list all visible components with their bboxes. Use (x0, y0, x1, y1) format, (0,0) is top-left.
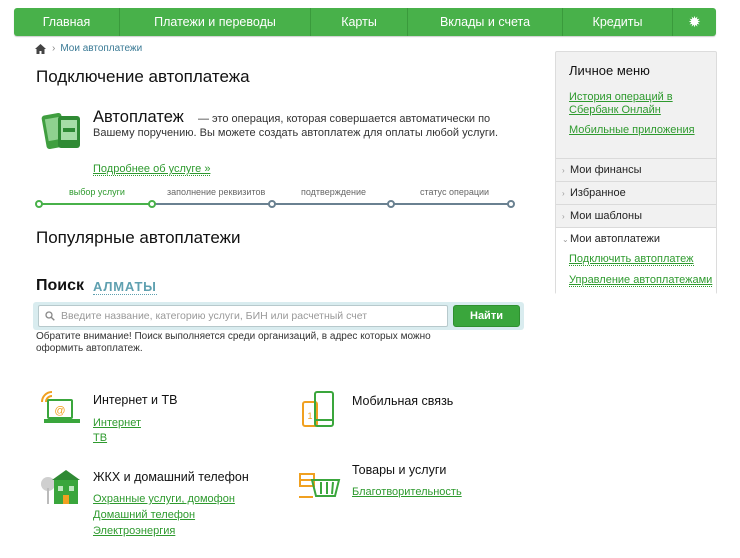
search-note: Обратите внимание! Поиск выполняется сре… (36, 331, 431, 354)
category-link-tv[interactable]: ТВ (93, 432, 107, 444)
category-title-internet-tv[interactable]: Интернет и ТВ (93, 393, 177, 407)
chevron-down-icon: ⌄ (562, 234, 569, 244)
category-title-mobile[interactable]: Мобильная связь (352, 394, 453, 408)
promo-description: — это операция, которая совершается авто… (198, 113, 491, 125)
more-about-service-link[interactable]: Подробнее об услуге » (93, 163, 211, 176)
mobile-phone-icon[interactable]: 1 (297, 390, 341, 430)
nav-item-payments[interactable]: Платежи и переводы (120, 8, 311, 36)
house-tree-icon[interactable] (38, 466, 82, 506)
chevron-right-icon: › (562, 188, 565, 198)
step-label-3: подтверждение (301, 187, 367, 197)
category-title-goods[interactable]: Товары и услуги (352, 463, 446, 477)
category-title-housing[interactable]: ЖКХ и домашний телефон (93, 470, 249, 484)
category-link-security[interactable]: Охранные услуги, домофон (93, 493, 235, 505)
chevron-right-icon: › (562, 165, 565, 175)
step-line-complete (38, 203, 152, 205)
shopping-basket-icon[interactable] (297, 460, 341, 500)
search-button[interactable]: Найти (453, 305, 520, 327)
category-link-internet[interactable]: Интернет (93, 417, 141, 429)
category-link-home-phone[interactable]: Домашний телефон (93, 509, 195, 521)
svg-text:@: @ (54, 405, 65, 417)
breadcrumb-separator: › (52, 43, 56, 54)
search-input[interactable] (38, 305, 448, 327)
breadcrumb-link-autopayments[interactable]: Мои автоплатежи (60, 43, 142, 54)
phone-card-icon (41, 112, 80, 150)
menu-section-label: Мои автоплатежи (570, 233, 661, 245)
menu-section-templates[interactable]: › Мои шаблоны (556, 204, 716, 227)
mobile-apps-link[interactable]: Мобильные приложения (569, 124, 695, 137)
personal-menu: Личное меню История операций в Сбербанк … (555, 51, 717, 294)
breadcrumb: › Мои автоплатежи (35, 43, 142, 54)
svg-text:1: 1 (307, 411, 312, 421)
category-link-electricity[interactable]: Электроэнергия (93, 525, 175, 537)
page-title: Подключение автоплатежа (36, 67, 250, 86)
chevron-right-icon: › (562, 211, 565, 221)
search-box: Найти (33, 302, 524, 330)
promo-heading: Автоплатеж (93, 108, 184, 126)
home-icon[interactable] (35, 43, 46, 54)
step-dot (268, 200, 276, 208)
gear-icon: ✹ (688, 14, 701, 31)
nav-item-credits[interactable]: Кредиты (563, 8, 673, 36)
step-label-2: заполнение реквизитов (167, 187, 266, 197)
connect-autopayment-link[interactable]: Подключить автоплатеж (569, 253, 694, 266)
category-link-charity[interactable]: Благотворительность (352, 486, 462, 498)
laptop-wifi-icon[interactable]: @ (38, 388, 82, 428)
search-title: Поиск (36, 277, 85, 294)
search-icon (45, 311, 55, 321)
search-city-selector[interactable]: АЛМАТЫ (93, 280, 157, 295)
step-label-4: статус операции (420, 187, 490, 197)
manage-autopayments-link[interactable]: Управление автоплатежами (569, 274, 713, 287)
nav-item-deposits[interactable]: Вклады и счета (408, 8, 563, 36)
nav-item-home[interactable]: Главная (14, 8, 120, 36)
promo-description-2: Вашему поручению. Вы можете создать авто… (93, 127, 499, 139)
menu-section-label: Мои шаблоны (570, 210, 642, 222)
menu-section-label: Избранное (570, 187, 626, 199)
menu-section-label: Мои финансы (570, 164, 642, 176)
menu-section-favorites[interactable]: › Избранное (556, 181, 716, 204)
settings-button[interactable]: ✹ (673, 8, 716, 36)
popular-autopayments-title: Популярные автоплатежи (36, 228, 241, 247)
personal-menu-title: Личное меню (569, 63, 650, 78)
step-dot (148, 200, 156, 208)
step-label-1: выбор услуги (69, 187, 125, 197)
nav-item-cards[interactable]: Карты (311, 8, 408, 36)
step-dot (35, 200, 43, 208)
step-dot (507, 200, 515, 208)
step-dot (387, 200, 395, 208)
step-line-pending (152, 203, 512, 205)
menu-section-autopayments[interactable]: ⌄ Мои автоплатежи (556, 227, 716, 250)
progress-steps: выбор услуги заполнение реквизитов подтв… (35, 187, 516, 211)
top-navigation: Главная Платежи и переводы Карты Вклады … (14, 8, 716, 36)
menu-section-finances[interactable]: › Мои финансы (556, 158, 716, 181)
operations-history-link[interactable]: История операций в Сбербанк Онлайн (569, 91, 689, 117)
